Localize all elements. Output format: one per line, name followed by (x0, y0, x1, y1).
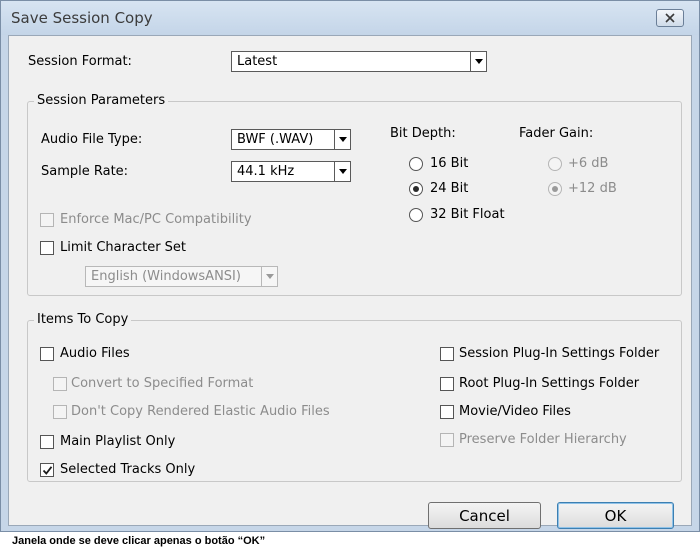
dont-copy-elastic-checkbox[interactable] (53, 405, 67, 419)
selected-tracks-label: Selected Tracks Only (60, 462, 196, 477)
audio-file-type-select[interactable]: BWF (.WAV) (231, 129, 351, 150)
cancel-button[interactable]: Cancel (428, 502, 541, 529)
chevron-down-icon (338, 137, 347, 142)
enforce-compat-checkbox[interactable] (40, 213, 54, 227)
main-playlist-checkbox[interactable] (40, 435, 54, 449)
bit-depth-label: Bit Depth: (390, 126, 456, 141)
fader-gain-6db-label: +6 dB (568, 156, 609, 171)
dont-copy-elastic-label: Don't Copy Rendered Elastic Audio Files (71, 404, 330, 419)
bit-depth-16-radio[interactable] (409, 157, 423, 171)
window-title: Save Session Copy (11, 9, 153, 27)
audio-files-checkbox[interactable] (40, 347, 54, 361)
session-format-select[interactable]: Latest (231, 51, 487, 72)
bit-depth-24-label: 24 Bit (430, 181, 469, 196)
preserve-hierarchy-label: Preserve Folder Hierarchy (459, 432, 627, 447)
chevron-down-icon (474, 59, 483, 64)
charset-select[interactable]: English (WindowsANSI) (85, 266, 278, 287)
fader-gain-label: Fader Gain: (519, 126, 594, 141)
charset-value: English (WindowsANSI) (91, 269, 241, 284)
fader-gain-12db-radio[interactable] (548, 182, 562, 196)
limit-charset-label: Limit Character Set (60, 240, 187, 255)
convert-format-label: Convert to Specified Format (71, 376, 254, 391)
audio-file-type-value: BWF (.WAV) (237, 132, 314, 147)
session-parameters-title: Session Parameters (34, 93, 169, 108)
dropdown-arrow (334, 130, 350, 149)
session-plugin-checkbox[interactable] (440, 347, 454, 361)
convert-format-checkbox[interactable] (53, 377, 67, 391)
dropdown-arrow (470, 52, 486, 71)
chevron-down-icon (265, 274, 274, 279)
main-playlist-label: Main Playlist Only (60, 434, 176, 449)
preserve-hierarchy-checkbox[interactable] (440, 433, 454, 447)
session-plugin-label: Session Plug-In Settings Folder (459, 346, 660, 361)
audio-files-label: Audio Files (60, 346, 130, 361)
ok-button[interactable]: OK (557, 502, 674, 529)
root-plugin-label: Root Plug-In Settings Folder (459, 376, 640, 391)
save-session-copy-dialog: Save Session Copy Session Format: Latest… (0, 0, 700, 532)
root-plugin-checkbox[interactable] (440, 377, 454, 391)
dialog-body: Session Format: Latest Session Parameter… (8, 35, 692, 529)
sample-rate-select[interactable]: 44.1 kHz (231, 161, 351, 182)
session-format-label: Session Format: (28, 54, 132, 69)
selected-tracks-checkbox[interactable] (40, 463, 54, 477)
radio-selected-dot (552, 186, 558, 192)
audio-file-type-label: Audio File Type: (41, 132, 143, 147)
bit-depth-16-label: 16 Bit (430, 156, 469, 171)
movie-video-label: Movie/Video Files (459, 404, 571, 419)
session-format-value: Latest (237, 54, 278, 69)
bit-depth-32-label: 32 Bit Float (430, 207, 505, 222)
title-bar[interactable]: Save Session Copy (1, 1, 699, 35)
close-icon (665, 13, 675, 23)
bit-depth-32-radio[interactable] (409, 208, 423, 222)
image-caption: Janela onde se deve clicar apenas o botã… (12, 535, 266, 547)
items-to-copy-group (27, 320, 682, 482)
fader-gain-12db-label: +12 dB (568, 181, 617, 196)
dropdown-arrow (334, 162, 350, 181)
bit-depth-24-radio[interactable] (409, 182, 423, 196)
items-to-copy-title: Items To Copy (34, 312, 132, 327)
radio-selected-dot (413, 186, 419, 192)
sample-rate-label: Sample Rate: (41, 164, 129, 179)
movie-video-checkbox[interactable] (440, 405, 454, 419)
enforce-compat-label: Enforce Mac/PC Compatibility (60, 212, 252, 227)
dropdown-arrow (261, 267, 277, 286)
fader-gain-6db-radio[interactable] (548, 157, 562, 171)
chevron-down-icon (338, 169, 347, 174)
close-button[interactable] (656, 9, 684, 27)
limit-charset-checkbox[interactable] (40, 241, 54, 255)
sample-rate-value: 44.1 kHz (237, 164, 295, 179)
checkmark-icon (42, 466, 53, 475)
